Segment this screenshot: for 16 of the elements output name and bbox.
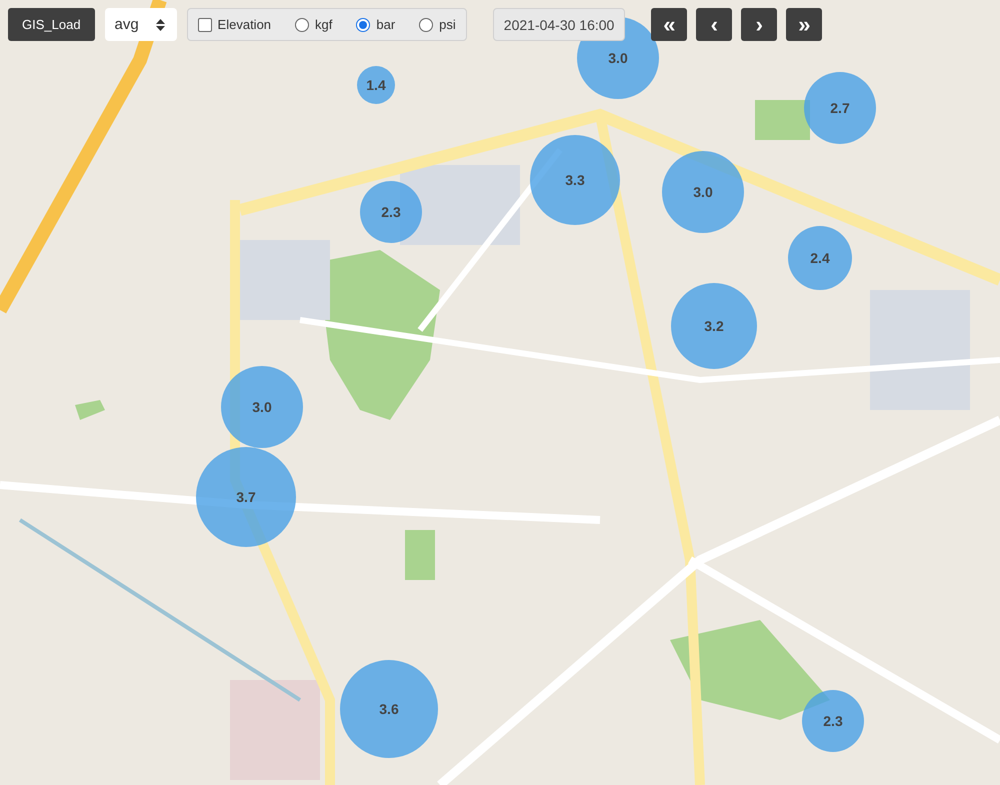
radio-button[interactable]	[419, 18, 434, 32]
option-label: kgf	[315, 17, 332, 32]
nav-button[interactable]: ‹	[696, 8, 732, 41]
nav-button[interactable]: ›	[741, 8, 778, 41]
sort-caret-icon	[156, 18, 165, 30]
radio-button[interactable]	[356, 18, 370, 32]
aggregate-select[interactable]: avg	[104, 8, 177, 41]
checkbox[interactable]	[198, 18, 212, 32]
option-label: Elevation	[218, 17, 272, 32]
nav-button[interactable]: «	[651, 8, 688, 41]
nav-button[interactable]: »	[786, 8, 822, 41]
option-label: psi	[439, 17, 456, 32]
datetime-field[interactable]: 2021-04-30 16:00	[492, 8, 626, 41]
radio-button[interactable]	[295, 18, 310, 32]
gis-load-button[interactable]: GIS_Load	[8, 8, 95, 41]
option-label: bar	[376, 17, 396, 32]
